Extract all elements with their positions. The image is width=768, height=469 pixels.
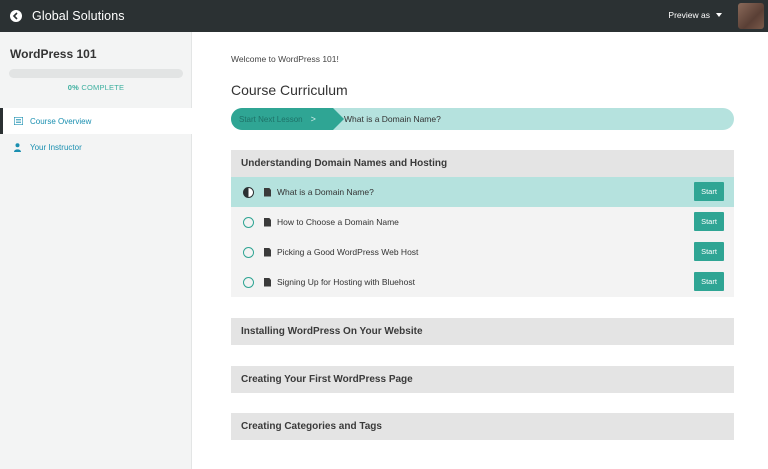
progress-label: 0% COMPLETE	[9, 83, 183, 92]
lesson-title[interactable]: What is a Domain Name?	[277, 187, 374, 197]
sidebar-item-label: Course Overview	[30, 116, 92, 126]
sidebar-item-label: Your Instructor	[30, 142, 82, 152]
start-button[interactable]: Start	[694, 182, 724, 201]
document-icon	[264, 277, 271, 287]
section-header[interactable]: Understanding Domain Names and Hosting	[231, 150, 734, 177]
page-title: Course Curriculum	[231, 82, 348, 98]
section-installing-wordpress: Installing WordPress On Your Website	[231, 318, 734, 345]
start-next-lesson-label: Start Next Lesson	[239, 114, 303, 124]
sidebar: WordPress 101 0% COMPLETE Course Overvie…	[0, 32, 192, 469]
chevron-right-icon: >	[310, 114, 316, 124]
next-lesson-bar[interactable]: Start Next Lesson > What is a Domain Nam…	[231, 108, 734, 130]
start-next-lesson-button[interactable]: Start Next Lesson >	[231, 108, 344, 130]
preview-as-label: Preview as	[668, 10, 710, 20]
progress-percent: 0%	[67, 83, 80, 92]
lesson-row[interactable]: Signing Up for Hosting with Bluehost Sta…	[231, 267, 734, 297]
document-icon	[264, 187, 271, 197]
not-started-status-icon	[243, 276, 254, 288]
section-categories-and-tags: Creating Categories and Tags	[231, 413, 734, 440]
in-progress-status-icon	[243, 186, 254, 198]
avatar[interactable]	[738, 3, 764, 29]
section-first-wordpress-page: Creating Your First WordPress Page	[231, 366, 734, 393]
chevron-down-icon	[716, 13, 722, 17]
lesson-row[interactable]: Picking a Good WordPress Web Host Start	[231, 237, 734, 267]
progress-complete-text: COMPLETE	[81, 83, 125, 92]
lesson-row[interactable]: What is a Domain Name? Start	[231, 177, 734, 207]
section-header[interactable]: Creating Categories and Tags	[231, 413, 734, 440]
document-icon	[264, 217, 271, 227]
lesson-title[interactable]: Picking a Good WordPress Web Host	[277, 247, 418, 257]
lesson-title[interactable]: Signing Up for Hosting with Bluehost	[277, 277, 415, 287]
progress-bar	[9, 69, 183, 78]
sidebar-item-your-instructor[interactable]: Your Instructor	[0, 134, 192, 160]
lesson-title[interactable]: How to Choose a Domain Name	[277, 217, 399, 227]
lesson-row[interactable]: How to Choose a Domain Name Start	[231, 207, 734, 237]
sidebar-item-course-overview[interactable]: Course Overview	[0, 108, 192, 134]
not-started-status-icon	[243, 216, 254, 228]
sidebar-nav: Course Overview Your Instructor	[0, 108, 192, 160]
user-icon	[14, 142, 24, 152]
start-button[interactable]: Start	[694, 212, 724, 231]
back-arrow-icon[interactable]	[10, 10, 22, 22]
brand-name[interactable]: Global Solutions	[32, 9, 125, 23]
next-lesson-title[interactable]: What is a Domain Name?	[344, 108, 441, 130]
course-title: WordPress 101	[10, 47, 97, 61]
start-button[interactable]: Start	[694, 242, 724, 261]
section-understanding-domain-names: Understanding Domain Names and Hosting W…	[231, 150, 734, 297]
list-icon	[14, 117, 24, 125]
start-button[interactable]: Start	[694, 272, 724, 291]
section-header[interactable]: Creating Your First WordPress Page	[231, 366, 734, 393]
document-icon	[264, 247, 271, 257]
preview-as-dropdown[interactable]: Preview as	[668, 10, 722, 20]
top-bar: Global Solutions Preview as	[0, 0, 768, 32]
section-header[interactable]: Installing WordPress On Your Website	[231, 318, 734, 345]
not-started-status-icon	[243, 246, 254, 258]
welcome-message: Welcome to WordPress 101!	[231, 54, 339, 64]
